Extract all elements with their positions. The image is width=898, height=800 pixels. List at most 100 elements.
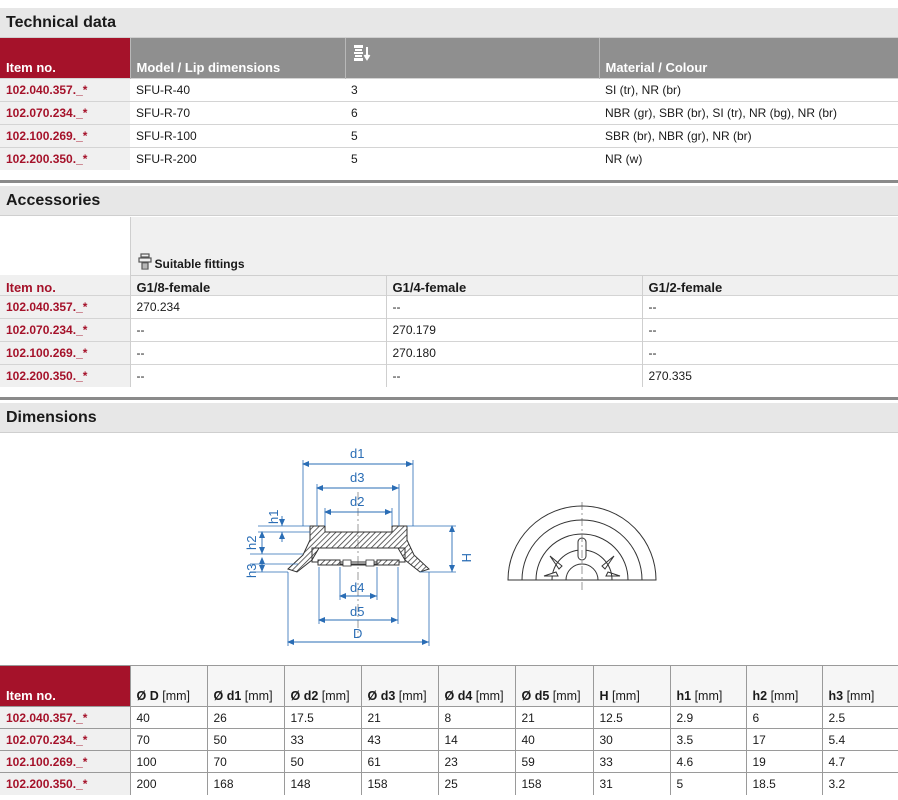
label-h3: h3 (244, 564, 259, 578)
dim-value: 4.6 (669, 750, 746, 773)
table-row: 102.040.357._* SFU-R-40 3 SI (tr), NR (b… (0, 77, 898, 101)
dim-value: 8 (437, 706, 515, 729)
dim-value: 23 (437, 750, 515, 773)
header-unit: [mm] (321, 689, 350, 703)
section-divider (0, 397, 898, 400)
dim-value: 168 (206, 772, 284, 795)
dim-value: 6 (745, 706, 822, 729)
section-title-technical: Technical data (0, 8, 898, 38)
dim-value: 14 (437, 728, 515, 751)
table-row: 102.100.269._* 100 70 50 61 23 59 33 4.6… (0, 750, 898, 773)
header-item-no: Item no. (0, 38, 130, 78)
dim-value: 61 (360, 750, 438, 773)
dim-value: 17.5 (283, 706, 361, 729)
table-row: 102.070.234._* -- 270.179 -- (0, 317, 898, 341)
header-label: h3 (828, 689, 844, 703)
table-row: 102.100.269._* SFU-R-100 5 SBR (br), NBR… (0, 123, 898, 147)
accessories-table: Suitable fittings Item no. G1/8-female G… (0, 217, 898, 387)
label-d1: d1 (350, 446, 364, 461)
item-no: 102.040.357._* (0, 294, 130, 318)
item-no: 102.100.269._* (0, 340, 130, 364)
item-no: 102.070.234._* (0, 728, 130, 751)
suitable-fittings-label: Suitable fittings (154, 256, 245, 271)
material: NBR (gr), SBR (br), SI (tr), NR (bg), NR… (599, 100, 898, 124)
accessories-header-row: Item no. G1/8-female G1/4-female G1/2-fe… (0, 274, 898, 295)
section-divider (0, 180, 898, 183)
dim-value: 158 (514, 772, 593, 795)
dim-value: 30 (592, 728, 670, 751)
technical-table: Item no. Model / Lip dimensions Material… (0, 38, 898, 170)
table-row: 102.040.357._* 270.234 -- -- (0, 294, 898, 318)
header-dim-d4: Ø d4 [mm] (437, 665, 515, 707)
dim-value: 70 (129, 728, 207, 751)
fitting-g14: -- (385, 363, 642, 387)
dim-value: 3.2 (821, 772, 898, 795)
header-g12: G1/2-female (641, 274, 898, 295)
header-unit: [mm] (612, 689, 640, 703)
model: SFU-R-100 (130, 123, 345, 147)
dim-value: 5.4 (821, 728, 898, 751)
label-D: D (353, 626, 362, 641)
fitting-g18: -- (129, 363, 386, 387)
dim-value: 2.5 (821, 706, 898, 729)
header-label: H (599, 689, 609, 703)
header-dim-D: Ø D [mm] (129, 665, 207, 707)
item-no: 102.200.350._* (0, 772, 130, 795)
header-unit: [mm] (162, 689, 190, 703)
dim-value: 17 (745, 728, 822, 751)
accessories-group-row: Suitable fittings (0, 217, 898, 275)
dim-value: 18.5 (745, 772, 822, 795)
header-g14: G1/4-female (385, 274, 642, 295)
suitable-fittings-header: Suitable fittings (129, 217, 898, 275)
header-item-no: Item no. (0, 665, 130, 707)
header-unit: [mm] (398, 689, 427, 703)
dim-value: 158 (360, 772, 438, 795)
header-dim-d1: Ø d1 [mm] (206, 665, 284, 707)
item-no: 102.040.357._* (0, 77, 130, 101)
label-h1: h1 (266, 510, 281, 524)
dim-value: 50 (206, 728, 284, 751)
dim-value: 21 (514, 706, 593, 729)
dimensions-header-row: Item no. Ø D [mm] Ø d1 [mm] Ø d2 [mm] Ø … (0, 665, 898, 707)
header-dim-h2: h2 [mm] (745, 665, 822, 707)
section-title-accessories: Accessories (0, 186, 898, 216)
dim-value: 5 (669, 772, 746, 795)
fitting-g12: -- (641, 340, 898, 364)
bellows-count: 3 (345, 77, 599, 101)
header-bellows (344, 38, 599, 78)
header-dim-d3: Ø d3 [mm] (360, 665, 438, 707)
fitting-g12: -- (641, 317, 898, 341)
dim-value: 200 (129, 772, 207, 795)
model: SFU-R-70 (130, 100, 345, 124)
label-d3: d3 (350, 470, 364, 485)
dimension-drawing: d1 d3 d2 d4 d5 D H h1 h2 h3 (0, 432, 898, 656)
table-row: 102.040.357._* 40 26 17.5 21 8 21 12.5 2… (0, 706, 898, 729)
header-unit: [mm] (846, 689, 875, 703)
header-label: Ø d5 (521, 689, 550, 703)
header-label: Ø D (136, 689, 159, 703)
label-d5: d5 (350, 604, 364, 619)
fitting-g18: -- (129, 317, 386, 341)
dim-value: 3.5 (669, 728, 746, 751)
fitting-g14: 270.180 (385, 340, 642, 364)
table-row: 102.070.234._* SFU-R-70 6 NBR (gr), SBR … (0, 100, 898, 124)
dim-value: 40 (514, 728, 593, 751)
table-row: 102.200.350._* 200 168 148 158 25 158 31… (0, 772, 898, 795)
header-label: Ø d2 (290, 689, 319, 703)
dim-value: 33 (283, 728, 361, 751)
technical-header-row: Item no. Model / Lip dimensions Material… (0, 38, 898, 78)
technical-title-text: Technical data (6, 14, 116, 31)
item-no: 102.040.357._* (0, 706, 130, 729)
material: SI (tr), NR (br) (599, 77, 898, 101)
dim-value: 21 (360, 706, 438, 729)
item-no: 102.070.234._* (0, 100, 130, 124)
header-dim-d2: Ø d2 [mm] (283, 665, 361, 707)
fitting-g14: -- (385, 294, 642, 318)
fitting-g14: 270.179 (385, 317, 642, 341)
table-row: 102.070.234._* 70 50 33 43 14 40 30 3.5 … (0, 728, 898, 751)
dim-value: 33 (592, 750, 670, 773)
bottom-view (507, 502, 657, 592)
fitting-g18: -- (129, 340, 386, 364)
bellows-stack-icon (353, 45, 370, 61)
dim-value: 12.5 (592, 706, 670, 729)
